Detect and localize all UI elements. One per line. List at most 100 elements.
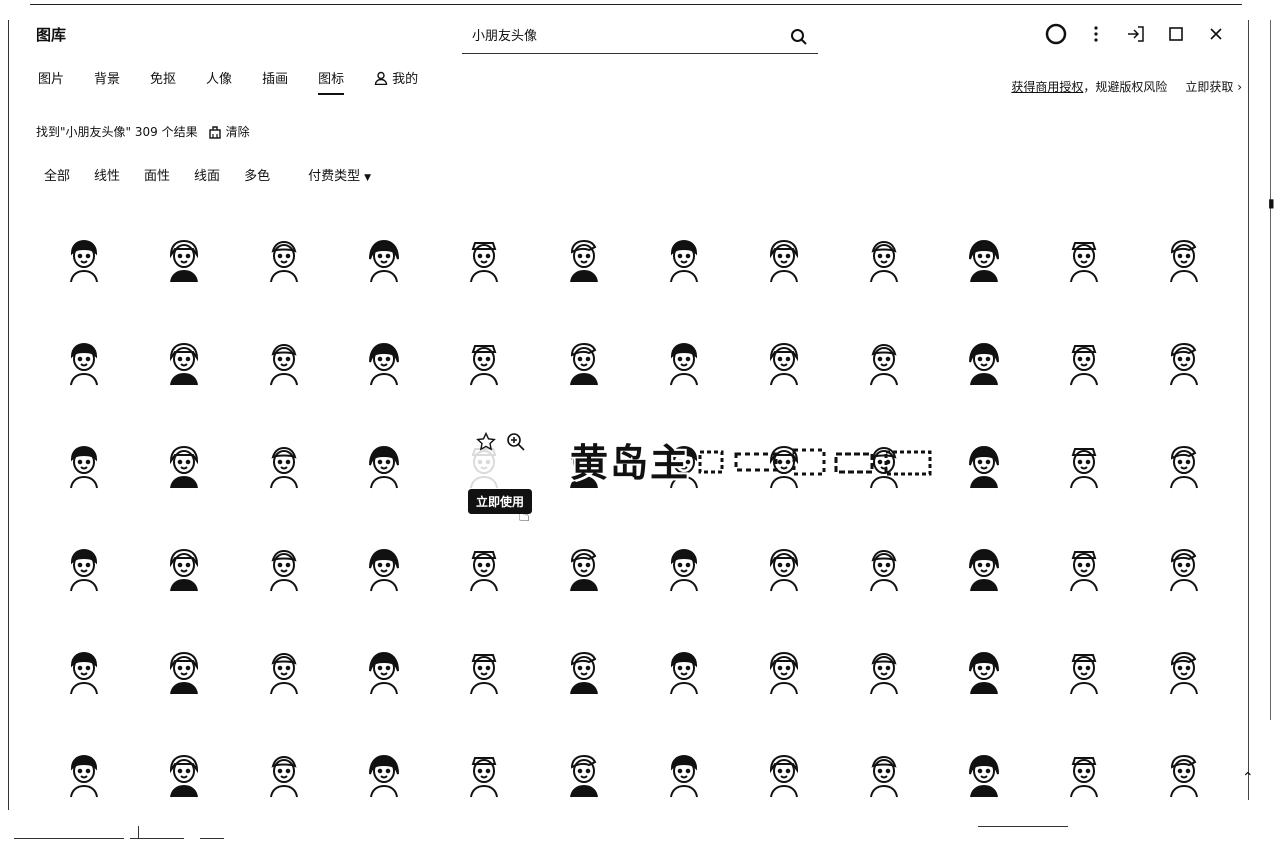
- maximize-icon[interactable]: [1156, 22, 1196, 46]
- get-license-button[interactable]: 立即获取 ›: [1185, 78, 1242, 95]
- icon-tile[interactable]: [634, 517, 734, 620]
- icon-tile[interactable]: [434, 620, 534, 723]
- icon-tile[interactable]: [34, 208, 134, 311]
- icon-tile[interactable]: [934, 414, 1034, 517]
- license-link[interactable]: 获得商用授权: [1011, 80, 1083, 94]
- icon-tile[interactable]: [234, 208, 334, 311]
- filter-line-fill[interactable]: 线面: [194, 165, 220, 184]
- filter-linear[interactable]: 线性: [94, 165, 120, 184]
- icon-tile[interactable]: [134, 723, 234, 826]
- icon-tile[interactable]: [134, 208, 234, 311]
- clear-button[interactable]: 清除: [208, 123, 250, 140]
- icon-tile[interactable]: [1134, 414, 1234, 517]
- search-box[interactable]: [462, 20, 818, 54]
- pay-type-dropdown[interactable]: 付费类型 ▼: [308, 165, 371, 184]
- icon-tile[interactable]: [1034, 620, 1134, 723]
- icon-tile[interactable]: [534, 208, 634, 311]
- icon-tile[interactable]: [734, 517, 834, 620]
- icon-tile[interactable]: [934, 723, 1034, 826]
- icon-tile[interactable]: [1034, 723, 1134, 826]
- icon-tile[interactable]: [834, 723, 934, 826]
- kid-avatar-icon: [270, 446, 298, 488]
- back-to-top-icon[interactable]: ⌃: [1242, 770, 1254, 786]
- icon-tile[interactable]: [334, 517, 434, 620]
- icon-tile[interactable]: [934, 620, 1034, 723]
- icon-tile[interactable]: [34, 620, 134, 723]
- watermark-noise: [698, 448, 932, 476]
- kid-avatar-icon: [1170, 754, 1198, 797]
- icon-tile[interactable]: [934, 517, 1034, 620]
- icon-tile[interactable]: [34, 517, 134, 620]
- icon-tile[interactable]: [434, 517, 534, 620]
- icon-tile[interactable]: [334, 723, 434, 826]
- icon-tile[interactable]: [634, 620, 734, 723]
- icon-tile[interactable]: [334, 208, 434, 311]
- status-circle-icon[interactable]: [1036, 22, 1076, 46]
- icon-tile[interactable]: [534, 620, 634, 723]
- icon-tile[interactable]: [134, 311, 234, 414]
- tab-mine[interactable]: 我的: [374, 68, 418, 95]
- icon-tile[interactable]: [434, 311, 534, 414]
- icon-tile[interactable]: [234, 620, 334, 723]
- icon-tile[interactable]: [534, 723, 634, 826]
- star-icon[interactable]: [476, 432, 496, 452]
- filter-multicolor[interactable]: 多色: [244, 165, 270, 184]
- icon-tile[interactable]: [1034, 414, 1134, 517]
- close-icon[interactable]: [1196, 22, 1236, 46]
- tab-illustrations[interactable]: 插画: [262, 68, 288, 95]
- tab-pictures[interactable]: 图片: [38, 68, 64, 95]
- icon-tile[interactable]: [834, 517, 934, 620]
- icon-tile[interactable]: [234, 414, 334, 517]
- icon-tile[interactable]: [34, 723, 134, 826]
- icon-tile[interactable]: [834, 208, 934, 311]
- more-menu-icon[interactable]: [1076, 22, 1116, 46]
- icon-tile[interactable]: [1134, 620, 1234, 723]
- icon-tile[interactable]: [534, 311, 634, 414]
- tab-backgrounds[interactable]: 背景: [94, 68, 120, 95]
- icon-tile[interactable]: [334, 414, 434, 517]
- zoom-in-icon[interactable]: [506, 432, 526, 452]
- icon-tile[interactable]: [434, 723, 534, 826]
- icon-tile[interactable]: [934, 311, 1034, 414]
- icon-tile[interactable]: [634, 723, 734, 826]
- login-icon[interactable]: [1116, 22, 1156, 46]
- icon-tile[interactable]: [834, 620, 934, 723]
- icon-tile[interactable]: [1134, 723, 1234, 826]
- icon-tile[interactable]: [134, 620, 234, 723]
- tab-cutouts[interactable]: 免抠: [150, 68, 176, 95]
- icon-tile[interactable]: [834, 311, 934, 414]
- tab-icons[interactable]: 图标: [318, 68, 345, 95]
- kid-avatar-icon: [769, 342, 799, 385]
- icon-tile[interactable]: [1134, 517, 1234, 620]
- tab-portraits[interactable]: 人像: [206, 68, 232, 95]
- icon-tile[interactable]: [34, 414, 134, 517]
- icon-tile[interactable]: [734, 208, 834, 311]
- icon-tile[interactable]: [1134, 208, 1234, 311]
- icon-tile[interactable]: [634, 311, 734, 414]
- icon-tile[interactable]: [434, 208, 534, 311]
- icon-tile[interactable]: [234, 311, 334, 414]
- icon-tile[interactable]: [1034, 208, 1134, 311]
- icon-tile[interactable]: [1134, 311, 1234, 414]
- filter-filled[interactable]: 面性: [144, 165, 170, 184]
- kid-avatar-icon: [1070, 550, 1098, 591]
- kid-avatar-icon: [369, 651, 399, 694]
- icon-tile[interactable]: [734, 723, 834, 826]
- icon-tile[interactable]: [634, 208, 734, 311]
- icon-tile[interactable]: [134, 414, 234, 517]
- icon-tile[interactable]: [334, 311, 434, 414]
- icon-tile[interactable]: [1034, 517, 1134, 620]
- search-icon[interactable]: [790, 28, 808, 46]
- icon-tile[interactable]: [34, 311, 134, 414]
- icon-tile[interactable]: [534, 517, 634, 620]
- icon-tile[interactable]: [234, 723, 334, 826]
- icon-tile[interactable]: [734, 311, 834, 414]
- icon-tile[interactable]: [934, 208, 1034, 311]
- icon-tile[interactable]: [734, 620, 834, 723]
- icon-tile[interactable]: [234, 517, 334, 620]
- filter-all[interactable]: 全部: [44, 165, 70, 184]
- icon-tile[interactable]: [1034, 311, 1134, 414]
- icon-tile[interactable]: [134, 517, 234, 620]
- icon-tile[interactable]: [334, 620, 434, 723]
- search-input[interactable]: [472, 27, 772, 42]
